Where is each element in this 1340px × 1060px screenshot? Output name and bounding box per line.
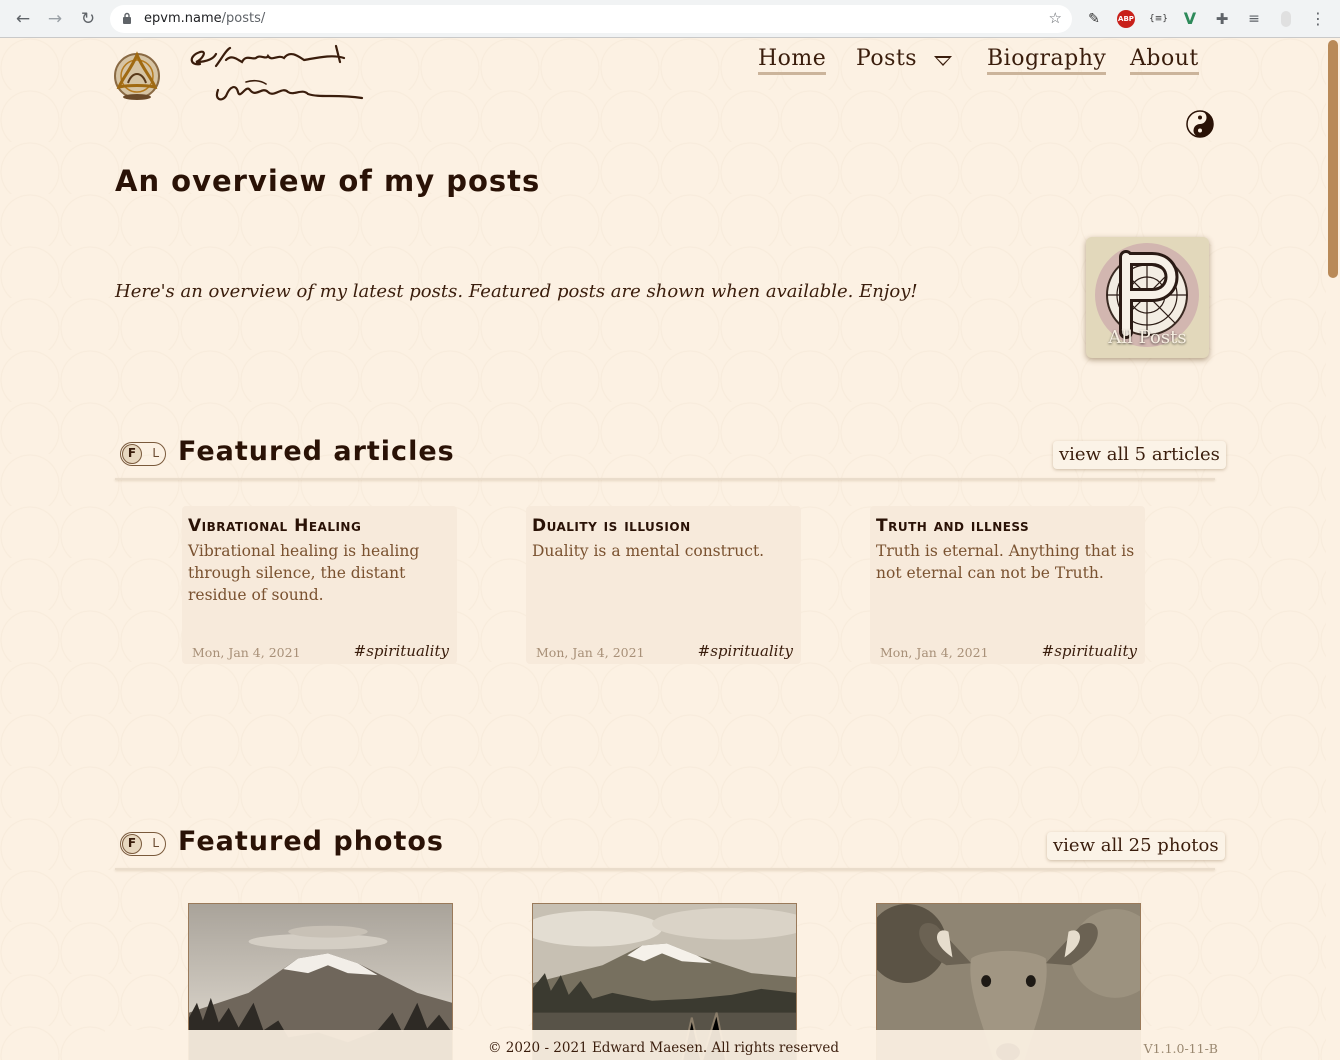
article-date: Mon, Jan 4, 2021 <box>536 645 645 660</box>
view-all-articles-button[interactable]: view all 5 articles <box>1053 441 1226 469</box>
extension-eye-icon[interactable]: ✎ <box>1085 10 1103 28</box>
media-playlist-icon[interactable]: ≡ <box>1245 10 1263 28</box>
page-footer: © 2020 - 2021 Edward Maesen. All rights … <box>105 1030 1222 1060</box>
bookmark-star-icon[interactable]: ☆ <box>1049 9 1062 27</box>
all-posts-tile[interactable]: All Posts <box>1086 237 1209 358</box>
nav-home[interactable]: Home <box>758 46 827 75</box>
nav-posts[interactable]: Posts <box>856 46 917 71</box>
site-signature-logo[interactable] <box>186 40 376 114</box>
address-bar[interactable]: epvm.name/posts/ ☆ <box>110 5 1072 33</box>
article-date: Mon, Jan 4, 2021 <box>880 645 989 660</box>
browser-menu-icon[interactable]: ⋮ <box>1309 10 1327 28</box>
site-logo-emblem[interactable] <box>108 43 166 101</box>
puzzle-extensions-icon[interactable]: ✚ <box>1213 10 1231 28</box>
toggle-latest-label: L <box>152 836 159 850</box>
theme-toggle-yinyang-icon[interactable] <box>1186 110 1214 138</box>
adblock-extension-icon[interactable]: ABP <box>1117 10 1135 28</box>
section-divider <box>115 868 1215 870</box>
toggle-latest-label: L <box>152 446 159 460</box>
article-description: Duality is a mental construct. <box>532 542 765 560</box>
json-extension-icon[interactable]: {≡} <box>1149 10 1168 28</box>
article-card[interactable]: Duality is illusion Duality is a mental … <box>526 506 801 664</box>
section-divider <box>115 478 1215 480</box>
page-content: Home Posts Biography About An overview o… <box>0 38 1326 1060</box>
article-card[interactable]: Vibrational Healing Vibrational healing … <box>182 506 457 664</box>
article-title[interactable]: Duality is illusion <box>532 516 691 536</box>
featured-articles-title: Featured articles <box>178 436 455 467</box>
json-label: {≡} <box>1149 14 1168 24</box>
article-tag[interactable]: #spirituality <box>354 642 449 660</box>
photos-featured-latest-toggle[interactable]: F L <box>120 832 166 856</box>
nav-about[interactable]: About <box>1130 46 1199 75</box>
reload-icon[interactable]: ↻ <box>77 8 99 30</box>
scrollbar-thumb[interactable] <box>1328 40 1338 278</box>
nav-biography[interactable]: Biography <box>987 46 1107 75</box>
article-description: Truth is eternal. Anything that is not e… <box>876 542 1135 582</box>
toggle-featured-knob: F <box>122 444 142 464</box>
toggle-featured-knob: F <box>122 834 142 854</box>
back-icon[interactable]: ← <box>12 8 34 30</box>
url-path: /posts/ <box>221 11 266 26</box>
articles-featured-latest-toggle[interactable]: F L <box>120 442 166 466</box>
url-host: epvm.name <box>144 11 222 26</box>
page-title: An overview of my posts <box>115 164 541 198</box>
article-card[interactable]: Truth and illness Truth is eternal. Anyt… <box>870 506 1145 664</box>
article-description: Vibrational healing is healing through s… <box>188 542 420 604</box>
footer-version: V1.1.0-11-B <box>1143 1041 1218 1056</box>
all-posts-label: All Posts <box>1108 327 1187 348</box>
posts-dropdown-caret-icon[interactable] <box>934 56 952 66</box>
url-text: epvm.name/posts/ <box>144 11 265 26</box>
browser-toolbar: ← → ↻ epvm.name/posts/ ☆ ✎ ABP {≡} V ✚ ≡… <box>0 0 1340 38</box>
article-title[interactable]: Truth and illness <box>876 516 1029 536</box>
intro-text: Here's an overview of my latest posts. F… <box>115 281 918 302</box>
footer-copyright: © 2020 - 2021 Edward Maesen. All rights … <box>488 1040 839 1056</box>
profile-avatar-icon[interactable] <box>1277 10 1295 28</box>
adblock-label: ABP <box>1118 15 1134 23</box>
article-date: Mon, Jan 4, 2021 <box>192 645 301 660</box>
vue-extension-icon[interactable]: V <box>1181 10 1199 28</box>
forward-icon[interactable]: → <box>44 8 66 30</box>
article-title[interactable]: Vibrational Healing <box>188 516 361 536</box>
page-scrollbar[interactable] <box>1326 38 1340 1060</box>
featured-photos-title: Featured photos <box>178 826 444 857</box>
lock-icon <box>123 12 131 24</box>
view-all-photos-button[interactable]: view all 25 photos <box>1047 832 1225 860</box>
article-tag[interactable]: #spirituality <box>698 642 793 660</box>
article-tag[interactable]: #spirituality <box>1042 642 1137 660</box>
